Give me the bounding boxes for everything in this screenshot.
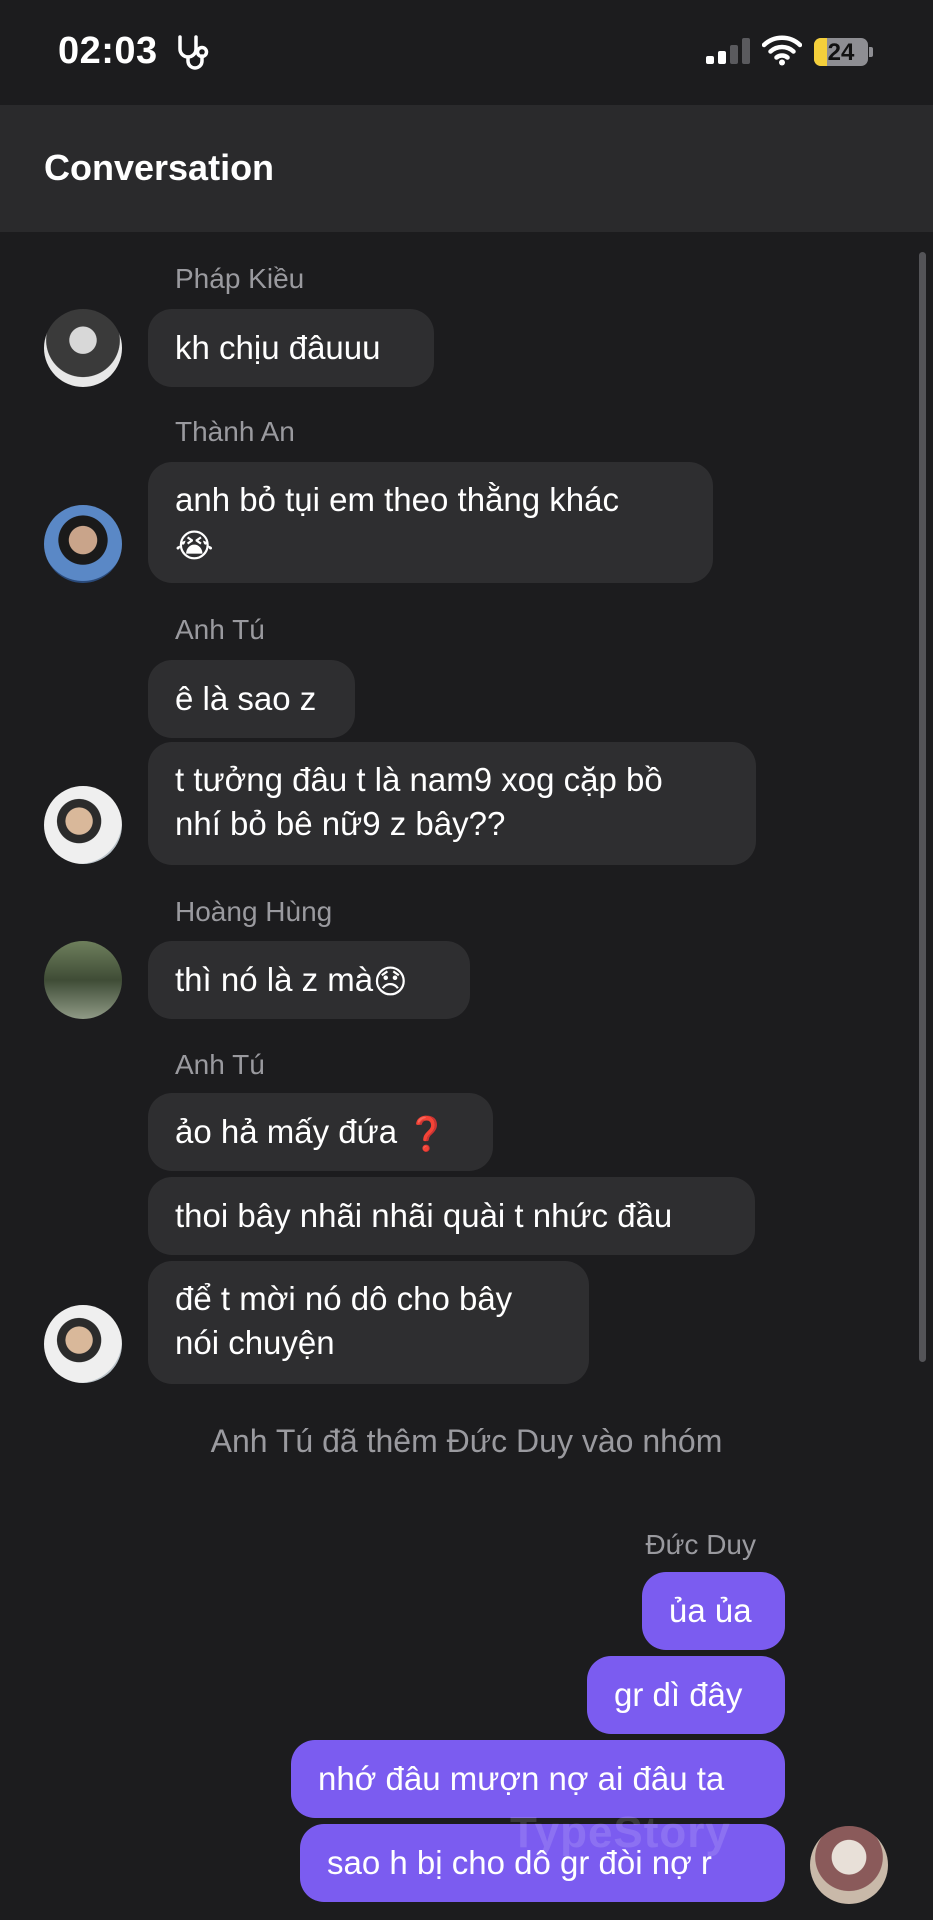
message-bubble[interactable]: kh chịu đâuuu xyxy=(148,309,434,387)
sender-name: Thành An xyxy=(175,416,295,447)
message-text: nhớ đâu mượn nợ ai đâu ta xyxy=(318,1760,725,1797)
status-bar: 02:03 24 xyxy=(0,0,933,105)
message-text: t tưởng đâu t là nam9 xog cặp bồ xyxy=(175,761,663,798)
sender-name: Pháp Kiều xyxy=(175,263,305,294)
avatar[interactable] xyxy=(44,309,122,387)
sender-name: Anh Tú xyxy=(175,614,265,645)
message-bubble[interactable]: thoi bây nhãi nhãi quài t nhức đầu xyxy=(148,1177,755,1255)
message-bubble[interactable]: thì nó là z mà😞 xyxy=(148,941,470,1019)
status-time: 02:03 xyxy=(58,30,158,72)
avatar[interactable] xyxy=(44,1305,122,1383)
system-message: Anh Tú đã thêm Đức Duy vào nhóm xyxy=(210,1423,723,1459)
message-text: ảo hả mấy đứa xyxy=(175,1113,398,1150)
message-text: nhí bỏ bê nữ9 z bây?? xyxy=(175,805,506,842)
disappointed-face-emoji: 😞 xyxy=(373,963,408,1001)
stethoscope-icon xyxy=(178,35,209,70)
sender-name: Anh Tú xyxy=(175,1049,265,1080)
avatar[interactable] xyxy=(44,786,122,864)
battery-percent: 24 xyxy=(827,39,855,66)
message-bubble[interactable]: ủa ủa xyxy=(642,1572,785,1650)
message-text: gr dì đây xyxy=(614,1676,743,1713)
message-bubble[interactable]: ảo hả mấy đứa ❓ xyxy=(148,1093,493,1171)
sender-name: Đức Duy xyxy=(645,1529,756,1560)
sender-name: Hoàng Hùng xyxy=(175,896,333,927)
conversation-header: Conversation xyxy=(0,105,933,232)
message-text: kh chịu đâuuu xyxy=(175,329,381,366)
avatar[interactable] xyxy=(44,941,122,1019)
avatar[interactable] xyxy=(810,1826,888,1904)
page-title: Conversation xyxy=(44,147,275,188)
question-mark-emoji: ❓ xyxy=(406,1115,448,1153)
message-text: nói chuyện xyxy=(175,1324,335,1361)
message-text: thoi bây nhãi nhãi quài t nhức đầu xyxy=(175,1197,673,1234)
watermark: TypeStory xyxy=(510,1808,731,1857)
message-text: thì nó là z mà xyxy=(175,961,374,998)
battery-cap xyxy=(869,47,873,57)
signal-icon xyxy=(706,38,750,64)
scrollbar[interactable] xyxy=(919,252,926,1362)
message-bubble[interactable]: để t mời nó dô cho bây nói chuyện xyxy=(148,1261,589,1384)
message-bubble[interactable]: nhớ đâu mượn nợ ai đâu ta xyxy=(291,1740,785,1818)
avatar[interactable] xyxy=(44,505,122,583)
message-bubble[interactable]: t tưởng đâu t là nam9 xog cặp bồ nhí bỏ … xyxy=(148,742,756,865)
message-text: ủa ủa xyxy=(669,1592,752,1629)
message-text: ê là sao z xyxy=(175,680,317,717)
crying-face-emoji: 😭 xyxy=(175,527,214,565)
wifi-icon xyxy=(762,35,802,66)
battery-icon: 24 xyxy=(814,38,868,66)
message-bubble[interactable]: anh bỏ tụi em theo thằng khác 😭 xyxy=(148,462,713,583)
message-bubble[interactable]: ê là sao z xyxy=(148,660,355,738)
message-text: anh bỏ tụi em theo thằng khác xyxy=(175,481,619,518)
message-bubble[interactable]: gr dì đây xyxy=(587,1656,785,1734)
message-text: để t mời nó dô cho bây xyxy=(175,1280,513,1317)
